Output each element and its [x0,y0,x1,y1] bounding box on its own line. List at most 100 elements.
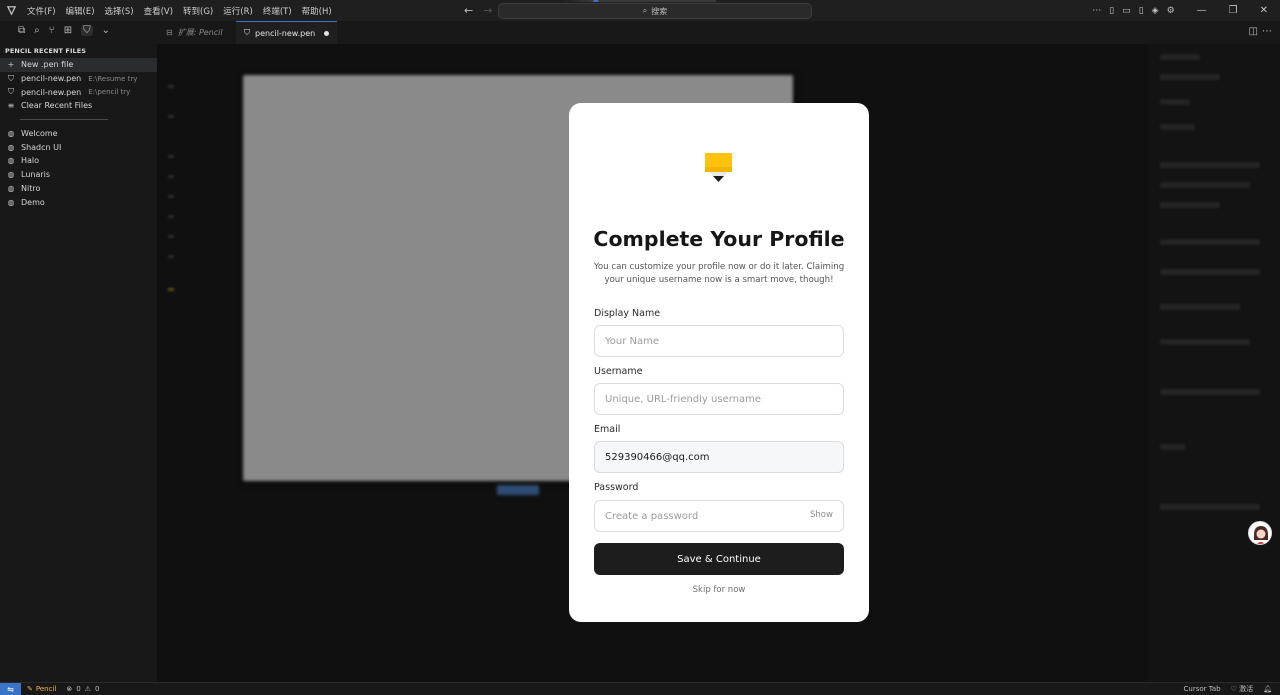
pencil-status-icon: ✎ [27,685,33,693]
unsaved-dot-icon[interactable] [324,30,330,36]
complete-profile-modal: Complete Your Profile You can customize … [569,103,869,622]
menu-go[interactable]: 转到(G) [183,5,213,17]
extension-tab-icon: ⊟ [166,28,173,37]
skip-for-now-link[interactable]: Skip for now [569,585,869,595]
pen-file-icon: ⛉ [8,73,14,83]
recent-file-item[interactable]: ⛉ pencil-new.pen E:\Resume try [0,72,157,86]
example-item-halo[interactable]: ◍ Halo [0,154,157,168]
tool-icon[interactable] [168,175,174,178]
panel-line [1160,99,1190,105]
menu-edit[interactable]: 编辑(E) [66,5,95,17]
example-item-lunaris[interactable]: ◍ Lunaris [0,168,157,182]
username-input[interactable] [594,383,844,415]
globe-icon: ◍ [7,183,15,193]
tool-icon[interactable] [168,288,174,291]
panel-line [1160,162,1260,168]
warning-count: 0 [94,685,100,693]
display-name-input[interactable] [594,325,844,357]
example-item-shadcn[interactable]: ◍ Shadcn UI [0,140,157,154]
activate-status[interactable]: ♡ 激活 [1231,684,1254,694]
cursor-tab-status[interactable]: Cursor Tab [1184,685,1221,693]
pencil-logo-icon [705,153,732,182]
example-item-nitro[interactable]: ◍ Nitro [0,182,157,196]
more-icon[interactable]: ⋯ [1092,6,1101,16]
modal-title: Complete Your Profile [593,227,845,251]
chevron-down-icon[interactable]: ⌄ [102,25,110,36]
pencil-status-item[interactable]: ✎ Pencil [27,685,56,693]
menu-help[interactable]: 帮助(H) [302,5,332,17]
globe-icon: ◍ [7,142,15,152]
activity-icons: ⧉ ⌕ ⑂ ⊞ ⛉ ⌄ [18,25,110,36]
example-item-welcome[interactable]: ◍ Welcome [0,127,157,141]
panel-line [1160,444,1185,450]
editor-more-icon[interactable]: ⋯ [1262,26,1272,37]
panel-line [1160,54,1200,60]
tab-pencil-new-pen[interactable]: ⛉ pencil-new.pen [236,21,338,44]
title-accent-line [562,0,716,2]
menu-terminal[interactable]: 终端(T) [263,5,292,17]
notifications-bell-icon[interactable]: 🔔︎ [1263,685,1272,693]
email-label: Email [594,424,621,435]
nav-arrows: ← → [464,4,492,17]
tool-icon[interactable] [168,235,174,238]
remote-indicator-icon[interactable]: ⇋ [0,682,21,695]
menu-bar: 文件(F) 编辑(E) 选择(S) 查看(V) 转到(G) 运行(R) 终端(T… [27,5,332,17]
item-label: Shadcn UI [21,142,62,152]
forward-arrow-icon[interactable]: → [483,4,492,17]
files-icon[interactable]: ⧉ [18,25,25,36]
avatar[interactable] [1248,521,1272,545]
close-icon[interactable]: ✕ [1260,5,1268,16]
new-pen-file-item[interactable]: + New .pen file [0,58,157,72]
split-editor-icon[interactable]: ◫ [1249,26,1258,37]
toggle-sidebar-icon[interactable]: ▯ [1109,6,1114,16]
tool-icon[interactable] [168,85,174,88]
menu-run[interactable]: 运行(R) [223,5,253,17]
plus-icon: + [7,60,15,70]
command-search-box[interactable]: ⌕ 搜索 [498,3,812,19]
settings-gear-icon[interactable]: ⚙ [1167,6,1175,16]
menu-view[interactable]: 查看(V) [144,5,173,17]
panel-line [1160,239,1260,245]
title-bar: 文件(F) 编辑(E) 选择(S) 查看(V) 转到(G) 运行(R) 终端(T… [0,0,1280,21]
menu-file[interactable]: 文件(F) [27,5,56,17]
tab-row: ⧉ ⌕ ⑂ ⊞ ⛉ ⌄ ⊟ 扩展: Pencil ⛉ pencil-new.pe… [0,21,1280,44]
minimize-icon[interactable]: — [1197,5,1207,16]
pencil-shield-icon[interactable]: ⛉ [81,25,93,36]
warning-icon: ⚠ [84,685,91,693]
back-arrow-icon[interactable]: ← [464,4,473,17]
clear-recent-item[interactable]: ≡ Clear Recent Files [0,99,157,113]
example-item-demo[interactable]: ◍ Demo [0,195,157,209]
tab-label: 扩展: Pencil [177,28,223,37]
search-placeholder: 搜索 [651,6,668,16]
pen-file-icon: ⛉ [8,87,14,97]
toggle-panel-icon[interactable]: ▭ [1122,6,1131,16]
problems-status-item[interactable]: ⊗ 0 ⚠ 0 [66,685,99,693]
tool-icon[interactable] [168,255,174,258]
display-name-label: Display Name [594,308,661,319]
tool-icon[interactable] [168,115,174,118]
menu-selection[interactable]: 选择(S) [105,5,134,17]
tool-icon[interactable] [168,195,174,198]
extensions-icon[interactable]: ⊞ [64,25,72,36]
toggle-secondary-sidebar-icon[interactable]: ▯ [1139,6,1144,16]
recent-file-item[interactable]: ⛉ pencil-new.pen E:\pencil try [0,85,157,99]
item-label: Welcome [21,129,58,139]
panel-line [1160,504,1260,510]
tab-extension-pencil[interactable]: ⊟ 扩展: Pencil [158,21,231,44]
email-input[interactable] [594,441,844,473]
globe-icon: ◍ [7,129,15,139]
app-logo-icon [0,5,22,16]
panel-line [1160,74,1220,80]
tool-icon[interactable] [168,215,174,218]
password-input[interactable] [594,500,844,532]
source-control-icon[interactable]: ⑂ [49,25,55,36]
show-password-button[interactable]: Show [810,510,833,520]
title-right-controls: ⋯ ▯ ▭ ▯ ◈ ⚙ — ❐ ✕ [1092,0,1280,21]
save-continue-button[interactable]: Save & Continue [594,543,844,575]
restore-icon[interactable]: ❐ [1229,5,1238,16]
search-activity-icon[interactable]: ⌕ [34,25,40,36]
sidebar-header: PENCIL RECENT FILES [5,47,87,55]
item-path: E:\Resume try [88,74,138,83]
tool-icon[interactable] [168,155,174,158]
extensions-cube-icon[interactable]: ◈ [1152,6,1159,16]
